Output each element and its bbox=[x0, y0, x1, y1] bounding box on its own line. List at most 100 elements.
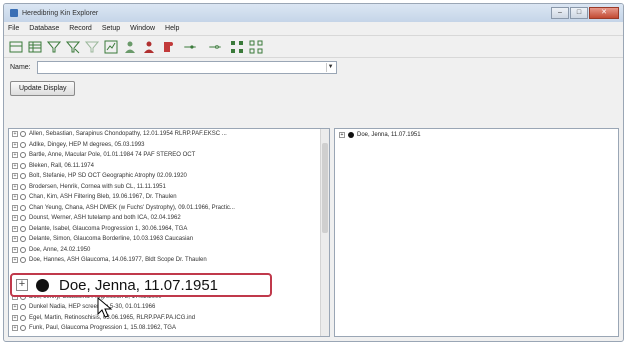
menu-help[interactable]: Help bbox=[165, 25, 179, 32]
tree-row[interactable]: + Bartle, Anne, Macular Pole, 01.01.1984 … bbox=[9, 150, 329, 161]
user-icon[interactable] bbox=[122, 39, 138, 55]
menu-setup[interactable]: Setup bbox=[102, 25, 120, 32]
expand-icon[interactable]: + bbox=[12, 183, 18, 190]
record-node-icon bbox=[20, 314, 26, 321]
record-dot-icon bbox=[348, 132, 354, 138]
detail-node-label: Doe, Jenna, 11.07.1951 bbox=[357, 132, 421, 138]
tree-row-label: Bleken, Rall, 06.11.1974 bbox=[29, 162, 94, 169]
menu-window[interactable]: Window bbox=[130, 25, 155, 32]
tree-row[interactable]: + Brodersen, Henrik, Cornea with sub CL, … bbox=[9, 182, 329, 193]
name-dropdown[interactable]: ▼ bbox=[36, 60, 337, 74]
record-node-icon bbox=[20, 225, 26, 232]
tree-row-label: Bolt, Stefanie, HP SD OCT Geographic Atr… bbox=[29, 173, 187, 180]
scrollbar-thumb[interactable] bbox=[322, 143, 328, 233]
menu-file[interactable]: File bbox=[8, 25, 19, 32]
users-icon[interactable] bbox=[141, 39, 157, 55]
tree-row[interactable]: + Allen, Sebastian, Sarapinus Chondopathy… bbox=[9, 129, 329, 140]
vertical-scrollbar[interactable] bbox=[320, 129, 329, 336]
link-alt-icon[interactable] bbox=[204, 39, 226, 55]
record-node-icon bbox=[20, 304, 26, 311]
tree-row[interactable]: + Chan, Kim, ASH Filtering Bleb, 19.06.19… bbox=[9, 192, 329, 203]
app-logo-icon bbox=[10, 9, 18, 17]
tree-row[interactable]: + Delante, Simon, Glaucoma Borderline, 10… bbox=[9, 234, 329, 245]
tree-row-label: Chan, Kim, ASH Filtering Bleb, 19.06.196… bbox=[29, 194, 177, 201]
menu-bar: File Database Record Setup Window Help bbox=[4, 22, 623, 36]
mouse-cursor-icon bbox=[97, 297, 113, 318]
detail-node[interactable]: + Doe, Jenna, 11.07.1951 bbox=[335, 129, 618, 141]
tree-row[interactable]: + Doe, Hannes, ASH Glaucoma, 14.06.1977, … bbox=[9, 255, 329, 266]
tree-row[interactable]: + Bolt, Stefanie, HP SD OCT Geographic At… bbox=[9, 171, 329, 182]
tree-row[interactable]: + Adlke, Dingey, HEP M degrees, 05.03.199… bbox=[9, 140, 329, 151]
expand-icon[interactable]: + bbox=[12, 257, 18, 264]
record-node-icon bbox=[20, 257, 26, 264]
record-node-icon bbox=[20, 194, 26, 201]
tree-row-label: Funk, Paul, Glaucoma Progression 1, 15.0… bbox=[29, 325, 176, 332]
expand-icon[interactable]: + bbox=[12, 204, 18, 211]
tree-row-label: Doe, Anne, 24.02.1950 bbox=[29, 246, 91, 253]
expand-icon[interactable]: + bbox=[12, 215, 18, 222]
record-node-icon bbox=[20, 162, 26, 169]
tree-row-label: Allen, Sebastian, Sarapinus Chondopathy,… bbox=[29, 131, 227, 138]
person-red-icon[interactable] bbox=[160, 39, 176, 55]
record-node-icon bbox=[20, 152, 26, 159]
expand-icon[interactable]: + bbox=[12, 162, 18, 169]
tree-row-label: Delante, Isabel, Glaucoma Progression 1,… bbox=[29, 225, 188, 232]
tree-row[interactable]: + Chan Yeung, Chana, ASH DMEK (w Fuchs' D… bbox=[9, 203, 329, 214]
maximize-button[interactable]: □ bbox=[570, 7, 588, 19]
record-node-icon bbox=[20, 183, 26, 190]
toolbar bbox=[4, 36, 623, 58]
expand-icon[interactable]: + bbox=[12, 304, 18, 311]
update-row: Update Display bbox=[4, 76, 623, 100]
tree-row[interactable]: + Dunkel Nadia, HEP screening 5-30, 01.01… bbox=[9, 302, 329, 313]
tree-row[interactable]: + Bleken, Rall, 06.11.1974 bbox=[9, 161, 329, 172]
hierarchy-icon[interactable] bbox=[229, 39, 245, 55]
highlighted-record-callout[interactable]: + Doe, Jenna, 11.07.1951 bbox=[10, 273, 272, 297]
filter-icon[interactable] bbox=[46, 39, 62, 55]
chevron-down-icon[interactable]: ▼ bbox=[325, 62, 335, 72]
record-node-icon bbox=[20, 325, 26, 332]
expand-icon[interactable]: + bbox=[12, 173, 18, 180]
menu-database[interactable]: Database bbox=[29, 25, 59, 32]
expand-icon[interactable]: + bbox=[12, 194, 18, 201]
expand-icon[interactable]: + bbox=[12, 141, 18, 148]
tree-row-label: Delante, Simon, Glaucoma Borderline, 10.… bbox=[29, 236, 194, 243]
record-node-icon bbox=[20, 204, 26, 211]
expand-icon[interactable]: + bbox=[339, 132, 345, 138]
tree-row-label: Adlke, Dingey, HEP M degrees, 05.03.1993 bbox=[29, 141, 145, 148]
expand-icon[interactable]: + bbox=[12, 246, 18, 253]
expand-icon[interactable]: + bbox=[12, 236, 18, 243]
expand-icon[interactable]: + bbox=[12, 325, 18, 332]
expand-icon[interactable]: + bbox=[12, 152, 18, 159]
expand-icon[interactable]: + bbox=[12, 314, 18, 321]
expand-icon[interactable]: + bbox=[16, 279, 28, 291]
detail-tree[interactable]: + Doe, Jenna, 11.07.1951 bbox=[334, 128, 619, 337]
record-dot-icon bbox=[36, 278, 49, 292]
tree-row[interactable]: + Funk, Paul, Glaucoma Progression 1, 15.… bbox=[9, 323, 329, 334]
chart-icon[interactable] bbox=[103, 39, 119, 55]
tree-rows-top: + Allen, Sebastian, Sarapinus Chondopathy… bbox=[9, 129, 329, 266]
tree-view-icon[interactable] bbox=[8, 39, 24, 55]
expand-icon[interactable]: + bbox=[12, 131, 18, 138]
minimize-button[interactable]: – bbox=[551, 7, 569, 19]
tree-row-label: Dunkel Nadia, HEP screening 5-30, 01.01.… bbox=[29, 304, 156, 311]
name-label: Name: bbox=[10, 63, 31, 71]
grid-view-icon[interactable] bbox=[27, 39, 43, 55]
patient-tree[interactable]: + Allen, Sebastian, Sarapinus Chondopathy… bbox=[8, 128, 330, 337]
menu-record[interactable]: Record bbox=[69, 25, 92, 32]
tree-rows-bottom: +Doe, Jenny, Glaucoma Progression 2, 17.… bbox=[9, 292, 329, 334]
tree-row[interactable]: + Delante, Isabel, Glaucoma Progression 1… bbox=[9, 224, 329, 235]
expand-icon[interactable]: + bbox=[12, 225, 18, 232]
filter-clear-icon[interactable] bbox=[65, 39, 81, 55]
hierarchy-alt-icon[interactable] bbox=[248, 39, 264, 55]
tree-row-label: Dounst, Werner, ASH tutelamp and both IC… bbox=[29, 215, 181, 222]
record-node-icon bbox=[20, 215, 26, 222]
tree-row[interactable]: + Doe, Anne, 24.02.1950 bbox=[9, 245, 329, 256]
update-display-button[interactable]: Update Display bbox=[10, 81, 76, 96]
record-node-icon bbox=[20, 131, 26, 138]
close-button[interactable]: ✕ bbox=[589, 7, 619, 19]
link-icon[interactable] bbox=[179, 39, 201, 55]
tree-row[interactable]: + Dounst, Werner, ASH tutelamp and both I… bbox=[9, 213, 329, 224]
tree-row[interactable]: + Egel, Martin, Retinoschisis, 03.06.1965… bbox=[9, 313, 329, 324]
tree-row-label: Brodersen, Henrik, Cornea with sub CL, 1… bbox=[29, 183, 166, 190]
filter-alt-icon[interactable] bbox=[84, 39, 100, 55]
